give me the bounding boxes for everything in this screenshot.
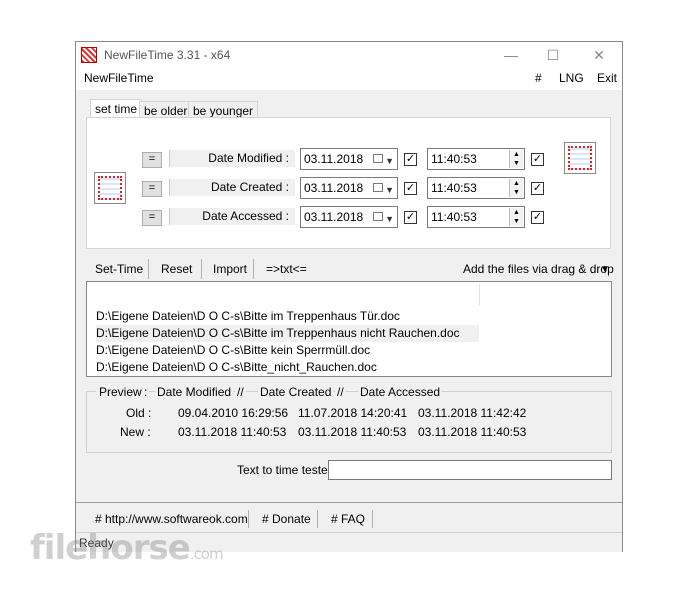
title-bar: NewFileTime 3.31 - x64 — ☐ ✕	[76, 42, 622, 68]
column-divider	[479, 284, 480, 306]
old-created-value: 11.07.2018 14:20:41	[298, 406, 408, 420]
date-picker-accessed[interactable]: 03.11.2018 ▼	[300, 206, 398, 228]
website-link[interactable]: # http://www.softwareok.com	[95, 512, 248, 526]
checkbox-date-accessed[interactable]: ✓	[404, 211, 417, 224]
checkbox-date-modified[interactable]: ✓	[404, 153, 417, 166]
list-item[interactable]: D:\Eigene Dateien\D O C-s\Bitte im Trepp…	[96, 325, 479, 342]
date-picker-modified[interactable]: 03.11.2018 ▼	[300, 148, 398, 170]
links-divider	[248, 510, 249, 528]
new-created-value: 03.11.2018 11:40:53	[298, 425, 407, 439]
time-value-accessed: 11:40:53	[431, 210, 477, 224]
checkbox-time-accessed[interactable]: ✓	[531, 211, 544, 224]
menu-hash[interactable]: #	[535, 71, 542, 85]
time-value-created: 11:40:53	[431, 181, 477, 195]
maximize-button[interactable]: ☐	[538, 45, 568, 65]
preview-col-created: Date Created	[258, 385, 334, 399]
app-window: NewFileTime 3.31 - x64 — ☐ ✕ NewFileTime…	[75, 41, 623, 552]
menu-exit[interactable]: Exit	[597, 71, 617, 85]
time-field-created[interactable]: 11:40:53 ▲ ▼	[427, 177, 525, 199]
faq-link[interactable]: # FAQ	[331, 512, 365, 526]
time-settings-panel: = Date Modified : 03.11.2018 ▼ ✓ 11:40:5…	[86, 117, 611, 249]
time-field-modified[interactable]: 11:40:53 ▲ ▼	[427, 148, 525, 170]
file-list[interactable]: D:\Eigene Dateien\D O C-s\Bitte im Trepp…	[86, 281, 612, 377]
stamp-icon-right[interactable]	[564, 142, 596, 174]
menu-lng[interactable]: LNG	[559, 71, 584, 85]
checkbox-time-modified[interactable]: ✓	[531, 153, 544, 166]
time-value-modified: 11:40:53	[431, 152, 477, 166]
label-date-created: Date Created :	[169, 179, 295, 196]
chevron-down-icon: ▼	[385, 185, 394, 195]
preview-colon: :	[142, 385, 150, 399]
new-row-label: New :	[120, 425, 151, 439]
equal-button-accessed[interactable]: =	[142, 210, 162, 226]
toolbar-divider	[201, 259, 202, 279]
preview-group: Preview : Date Modified // Date Created …	[86, 385, 612, 453]
date-value-modified: 03.11.2018	[304, 152, 364, 166]
checkbox-date-created[interactable]: ✓	[404, 182, 417, 195]
chevron-down-icon: ▼	[385, 156, 394, 166]
old-accessed-value: 03.11.2018 11:42:42	[418, 406, 527, 420]
list-item[interactable]: D:\Eigene Dateien\D O C-s\Bitte im Trepp…	[96, 308, 479, 325]
chevron-down-icon[interactable]: ▼	[600, 264, 610, 275]
old-row-label: Old :	[126, 406, 152, 420]
stamp-icon-left[interactable]	[94, 172, 126, 204]
preview-col-accessed: Date Accessed	[358, 385, 443, 399]
donate-link[interactable]: # Donate	[262, 512, 311, 526]
new-modified-value: 03.11.2018 11:40:53	[178, 425, 287, 439]
list-item[interactable]: D:\Eigene Dateien\D O C-s\Bitte kein Spe…	[96, 342, 479, 359]
label-date-accessed: Date Accessed :	[169, 208, 295, 225]
equal-button-created[interactable]: =	[142, 181, 162, 197]
menu-app-name[interactable]: NewFileTime	[84, 71, 154, 85]
watermark-logo: filehorse.com	[30, 528, 224, 568]
tester-label: Text to time tester	[237, 463, 332, 477]
preview-sep: //	[235, 385, 246, 399]
calendar-icon	[373, 154, 383, 163]
menu-bar: NewFileTime # LNG Exit	[76, 68, 622, 90]
close-button[interactable]: ✕	[584, 45, 614, 65]
chevron-down-icon: ▼	[385, 214, 394, 224]
calendar-icon	[373, 212, 383, 221]
spinner-icon[interactable]: ▲ ▼	[509, 208, 523, 226]
tester-input[interactable]	[328, 460, 612, 480]
preview-sep: //	[335, 385, 346, 399]
spinner-icon[interactable]: ▲ ▼	[509, 179, 523, 197]
date-value-accessed: 03.11.2018	[304, 210, 364, 224]
toolbar-divider	[253, 259, 254, 279]
links-divider	[317, 510, 318, 528]
list-item[interactable]: D:\Eigene Dateien\D O C-s\Bitte_nicht_Ra…	[96, 359, 479, 376]
txt-button[interactable]: =>txt<=	[266, 262, 307, 276]
label-date-modified: Date Modified :	[169, 150, 295, 167]
drag-drop-menu[interactable]: Add the files via drag & drop	[463, 262, 614, 276]
watermark-domain: .com	[189, 545, 224, 563]
preview-col-modified: Date Modified	[155, 385, 234, 399]
divider	[76, 502, 622, 503]
app-logo-icon	[81, 47, 97, 63]
import-button[interactable]: Import	[213, 262, 247, 276]
links-divider	[372, 510, 373, 528]
reset-button[interactable]: Reset	[161, 262, 192, 276]
minimize-button[interactable]: —	[496, 45, 526, 65]
time-field-accessed[interactable]: 11:40:53 ▲ ▼	[427, 206, 525, 228]
toolbar-divider	[148, 259, 149, 279]
checkbox-time-created[interactable]: ✓	[531, 182, 544, 195]
old-modified-value: 09.04.2010 16:29:56	[178, 406, 289, 420]
date-picker-created[interactable]: 03.11.2018 ▼	[300, 177, 398, 199]
window-title: NewFileTime 3.31 - x64	[104, 48, 231, 62]
new-accessed-value: 03.11.2018 11:40:53	[418, 425, 527, 439]
watermark-brand: filehorse	[30, 528, 191, 568]
set-time-button[interactable]: Set-Time	[95, 262, 143, 276]
equal-button-modified[interactable]: =	[142, 152, 162, 168]
preview-label: Preview	[96, 385, 145, 399]
spinner-icon[interactable]: ▲ ▼	[509, 150, 523, 168]
calendar-icon	[373, 183, 383, 192]
date-value-created: 03.11.2018	[304, 181, 364, 195]
